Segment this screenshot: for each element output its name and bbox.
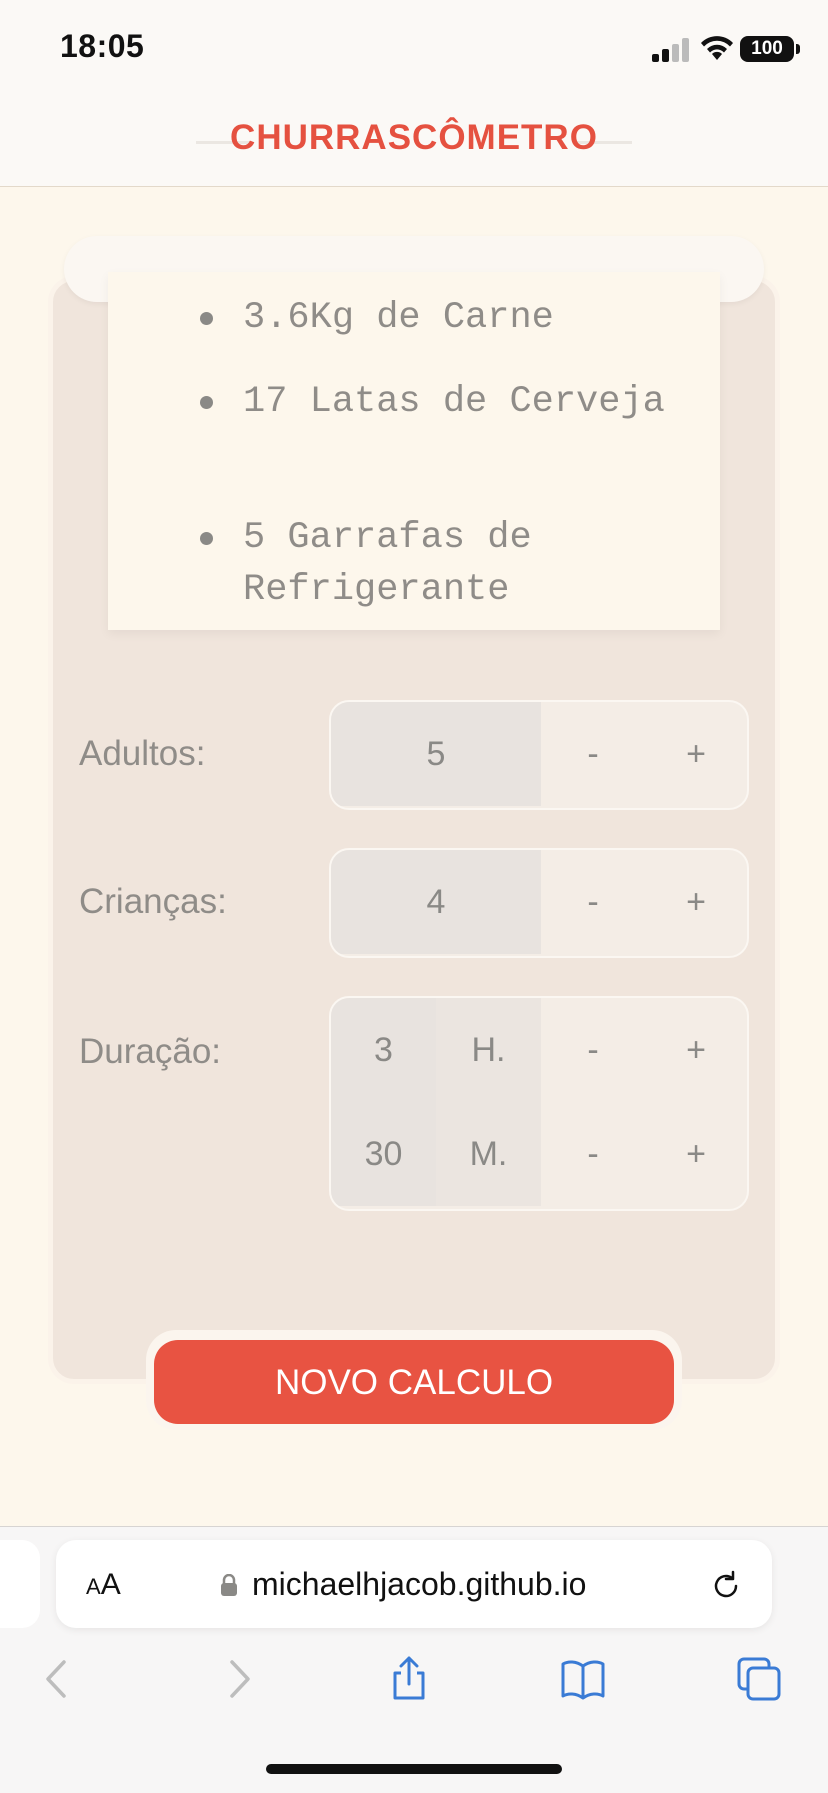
adults-stepper: 5 - + [329, 700, 749, 810]
adults-increment-button[interactable]: + [644, 702, 747, 806]
bookmarks-icon[interactable] [560, 1656, 606, 1702]
children-increment-button[interactable]: + [644, 850, 747, 954]
reader-settings-button[interactable]: AA [86, 1568, 121, 1602]
minutes-decrement-button[interactable]: - [541, 1102, 645, 1206]
hours-decrement-button[interactable]: - [541, 998, 645, 1102]
status-bar: 18:05 100 [0, 0, 828, 100]
bullet-icon [200, 312, 213, 325]
adults-value: 5 [331, 702, 541, 806]
tabs-icon[interactable] [736, 1656, 782, 1702]
hours-increment-button[interactable]: + [644, 998, 747, 1102]
wifi-icon [701, 36, 733, 60]
page-title: CHURRASCÔMETRO [230, 118, 598, 157]
adults-label: Adultos: [79, 734, 206, 773]
duration-stepper: 3 H. - + 30 M. - + [329, 996, 749, 1211]
bullet-icon [200, 396, 213, 409]
cellular-signal-icon [652, 38, 689, 62]
results-receipt: 3.6Kg de Carne 17 Latas de Cerveja 5 Gar… [108, 272, 720, 630]
duration-minutes-unit: M. [436, 1102, 541, 1206]
share-icon[interactable] [386, 1656, 432, 1702]
children-value: 4 [331, 850, 541, 954]
reload-icon[interactable] [708, 1568, 744, 1604]
children-decrement-button[interactable]: - [541, 850, 645, 954]
duration-hours-unit: H. [436, 998, 541, 1102]
new-calculation-button[interactable]: NOVO CALCULO [154, 1340, 674, 1424]
status-time: 18:05 [60, 28, 145, 64]
app-header: CHURRASCÔMETRO [0, 100, 828, 187]
bullet-icon [200, 532, 213, 545]
previous-tab-preview[interactable] [0, 1540, 40, 1628]
back-icon[interactable] [36, 1656, 82, 1702]
children-label: Crianças: [79, 882, 227, 921]
url-text[interactable]: michaelhjacob.github.io [252, 1566, 586, 1603]
lock-icon [221, 1574, 237, 1596]
home-indicator [266, 1764, 562, 1774]
duration-minutes-value: 30 [331, 1102, 436, 1206]
battery-icon: 100 [740, 36, 800, 62]
minutes-increment-button[interactable]: + [644, 1102, 747, 1206]
children-stepper: 4 - + [329, 848, 749, 958]
adults-decrement-button[interactable]: - [541, 702, 645, 806]
forward-icon[interactable] [214, 1656, 260, 1702]
duration-label: Duração: [79, 1032, 222, 1071]
duration-hours-value: 3 [331, 998, 436, 1102]
